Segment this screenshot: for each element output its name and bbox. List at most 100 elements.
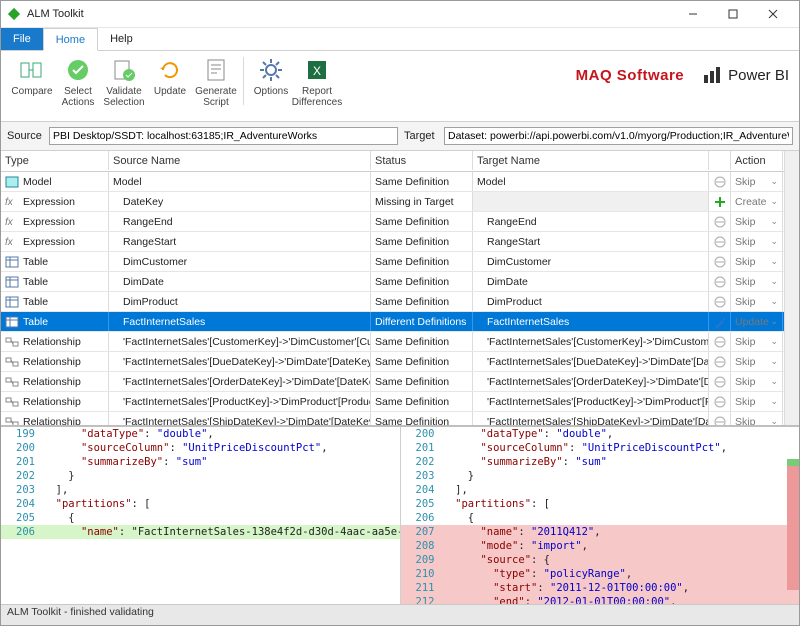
code-text: "summarizeBy": "sum" [441,456,800,468]
action-dropdown[interactable]: Skip⌄ [731,332,783,351]
table-row[interactable]: TableDimCustomerSame DefinitionDimCustom… [1,252,799,272]
type-icon [5,376,19,388]
code-text: "name": "FactInternetSales-138e4f2d-d30d… [41,526,400,538]
type-icon [5,356,19,368]
table-row[interactable]: Relationship'FactInternetSales'[ShipDate… [1,412,799,427]
code-line: 202 "summarizeBy": "sum" [401,455,800,469]
source-name: 'FactInternetSales'[ShipDateKey]->'DimDa… [109,412,371,427]
action-dropdown[interactable]: Skip⌄ [731,252,783,271]
source-input[interactable] [49,127,398,145]
status-text: Same Definition [371,172,473,191]
close-button[interactable] [753,1,793,27]
code-line: 210 "type": "policyRange", [401,567,800,581]
generate-script-button[interactable]: Generate Script [193,55,239,108]
action-dropdown[interactable]: Skip⌄ [731,352,783,371]
table-row[interactable]: fxExpressionDateKeyMissing in TargetCrea… [1,192,799,212]
target-name [473,192,709,211]
minimize-button[interactable] [673,1,713,27]
code-text: "partitions": [ [41,498,400,510]
target-name: DimDate [473,272,709,291]
options-button[interactable]: Options [248,55,294,97]
table-row[interactable]: Relationship'FactInternetSales'[DueDateK… [1,352,799,372]
action-dropdown[interactable]: Skip⌄ [731,172,783,191]
table-row[interactable]: fxExpressionRangeStartSame DefinitionRan… [1,232,799,252]
target-name: DimProduct [473,292,709,311]
check-icon [65,57,91,83]
code-line: 203 } [401,469,800,483]
type-icon [5,416,19,428]
diff-minimap[interactable] [787,427,799,604]
table-row[interactable]: Relationship'FactInternetSales'[ProductK… [1,392,799,412]
validate-icon [111,57,137,83]
select-actions-button[interactable]: Select Actions [55,55,101,108]
compare-button[interactable]: Compare [9,55,55,97]
update-button[interactable]: Update [147,55,193,97]
line-number: 211 [401,582,441,594]
action-dropdown[interactable]: Skip⌄ [731,232,783,251]
maximize-button[interactable] [713,1,753,27]
table-row[interactable]: Relationship'FactInternetSales'[Customer… [1,332,799,352]
action-dropdown[interactable]: Skip⌄ [731,412,783,427]
type-text: Table [23,276,48,288]
action-dropdown[interactable]: Skip⌄ [731,292,783,311]
powerbi-icon [702,65,722,85]
table-row[interactable]: Relationship'FactInternetSales'[OrderDat… [1,372,799,392]
grid-scrollbar[interactable] [784,151,799,425]
update-label: Update [154,86,186,97]
status-text: Same Definition [371,252,473,271]
validate-button[interactable]: Validate Selection [101,55,147,108]
type-icon: fx [5,216,19,228]
table-row[interactable]: fxExpressionRangeEndSame DefinitionRange… [1,212,799,232]
table-row[interactable]: ModelModelSame DefinitionModelSkip⌄ [1,172,799,192]
target-input[interactable] [444,127,793,145]
compare-label: Compare [11,86,52,97]
comparison-grid[interactable]: Type Source Name Status Target Name Acti… [1,151,799,427]
action-dropdown[interactable]: Skip⌄ [731,272,783,291]
action-dropdown[interactable]: Skip⌄ [731,212,783,231]
tab-file[interactable]: File [1,28,43,50]
report-label: Report Differences [292,86,342,108]
code-text: "mode": "import", [441,540,800,552]
line-number: 207 [401,526,441,538]
report-diff-button[interactable]: XReport Differences [294,55,340,108]
target-name: 'FactInternetSales'[ShipDateKey]->'DimDa… [473,412,709,427]
col-source[interactable]: Source Name [109,151,371,170]
action-dropdown[interactable]: Update⌄ [731,312,783,331]
diff-pane-right[interactable]: 200 "dataType": "double",201 "sourceColu… [400,427,800,604]
col-target[interactable]: Target Name [473,151,709,170]
app-title: ALM Toolkit [27,8,84,20]
code-line: 207 "name": "2011Q412", [401,525,800,539]
type-icon [5,316,19,328]
action-icon [709,172,731,191]
action-dropdown[interactable]: Skip⌄ [731,372,783,391]
col-action[interactable]: Action [731,151,783,170]
code-text: ], [41,484,400,496]
tab-help[interactable]: Help [98,28,145,50]
table-row[interactable]: TableDimDateSame DefinitionDimDateSkip⌄ [1,272,799,292]
table-row[interactable]: TableFactInternetSalesDifferent Definiti… [1,312,799,332]
status-text: Same Definition [371,332,473,351]
ribbon-separator [243,57,244,105]
line-number: 202 [401,456,441,468]
type-icon [5,396,19,408]
line-number: 204 [1,498,41,510]
table-row[interactable]: TableDimProductSame DefinitionDimProduct… [1,292,799,312]
action-dropdown[interactable]: Create⌄ [731,192,783,211]
type-text: Table [23,256,48,268]
compare-icon [19,57,45,83]
title-bar: ALM Toolkit [1,1,799,28]
code-text: "type": "policyRange", [441,568,800,580]
source-name: 'FactInternetSales'[ProductKey]->'DimPro… [109,392,371,411]
col-type[interactable]: Type [1,151,109,170]
target-name: RangeEnd [473,212,709,231]
diff-pane-left[interactable]: 199 "dataType": "double",200 "sourceColu… [1,427,400,604]
col-status[interactable]: Status [371,151,473,170]
type-icon [5,256,19,268]
action-icon [709,232,731,251]
tab-home[interactable]: Home [43,28,98,51]
code-line: 203 ], [1,483,400,497]
action-dropdown[interactable]: Skip⌄ [731,392,783,411]
line-number: 206 [1,526,41,538]
action-icon [709,272,731,291]
code-text: { [41,512,400,524]
